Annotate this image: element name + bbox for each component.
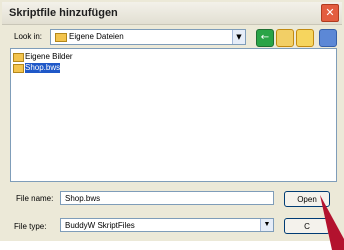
chevron-down-icon[interactable]: ▼ bbox=[232, 30, 245, 44]
back-icon[interactable]: ← bbox=[256, 29, 274, 47]
dialog-title: Skriptfile hinzufügen bbox=[9, 7, 118, 19]
pointer-arrow-icon bbox=[320, 195, 344, 250]
file-type-label: File type: bbox=[14, 222, 47, 231]
file-type-value: BuddyW SkriptFiles bbox=[65, 221, 135, 230]
folder-icon bbox=[13, 53, 24, 62]
title-bar: Skriptfile hinzufügen ✕ bbox=[2, 2, 342, 25]
look-in-label: Look in: bbox=[14, 32, 43, 41]
file-name-label: File name: bbox=[16, 194, 54, 203]
chevron-down-icon[interactable]: ▼ bbox=[260, 219, 273, 231]
look-in-value: Eigene Dateien bbox=[69, 32, 124, 41]
close-icon[interactable]: ✕ bbox=[321, 4, 339, 22]
look-in-dropdown[interactable]: Eigene Dateien ▼ bbox=[50, 29, 246, 45]
new-folder-icon[interactable] bbox=[296, 29, 314, 47]
list-item[interactable]: Eigene Bilder bbox=[13, 52, 73, 62]
folder-icon bbox=[55, 33, 67, 42]
list-item-label: Shop.bws bbox=[25, 63, 61, 73]
file-name-input[interactable]: Shop.bws bbox=[60, 191, 274, 205]
file-icon bbox=[13, 64, 24, 73]
file-list[interactable]: Eigene Bilder Shop.bws bbox=[10, 48, 337, 182]
list-item-label: Eigene Bilder bbox=[25, 52, 73, 61]
file-dialog: Skriptfile hinzufügen ✕ Look in: Eigene … bbox=[0, 0, 344, 250]
list-item[interactable]: Shop.bws bbox=[13, 63, 73, 73]
file-type-select[interactable]: BuddyW SkriptFiles ▼ bbox=[60, 218, 274, 232]
view-menu-icon[interactable] bbox=[319, 29, 337, 47]
up-folder-icon[interactable] bbox=[276, 29, 294, 47]
